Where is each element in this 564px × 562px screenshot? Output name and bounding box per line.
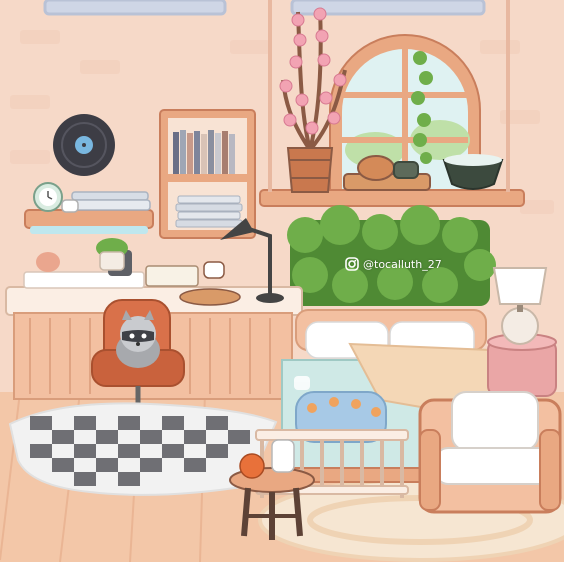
watermark: @tocalluth_27 — [345, 254, 442, 274]
armchair[interactable] — [418, 391, 562, 514]
small-plant[interactable] — [96, 238, 128, 271]
tray[interactable] — [179, 288, 241, 306]
mug[interactable] — [61, 199, 79, 213]
bookcase[interactable] — [159, 109, 256, 239]
instagram-icon — [345, 257, 359, 271]
vinyl-record[interactable] — [53, 114, 115, 176]
figurine[interactable] — [36, 252, 60, 272]
baby-bottle[interactable] — [271, 439, 295, 473]
watermark-handle: @tocalluth_27 — [363, 257, 442, 271]
alarm-clock[interactable] — [33, 182, 63, 212]
wall-frame-left — [43, 0, 227, 16]
cup[interactable] — [203, 261, 225, 279]
bowl[interactable] — [442, 154, 504, 190]
open-book[interactable] — [145, 265, 199, 287]
basketball[interactable] — [239, 453, 265, 479]
raccoon-plush[interactable] — [116, 310, 160, 368]
game-scene — [0, 0, 564, 562]
